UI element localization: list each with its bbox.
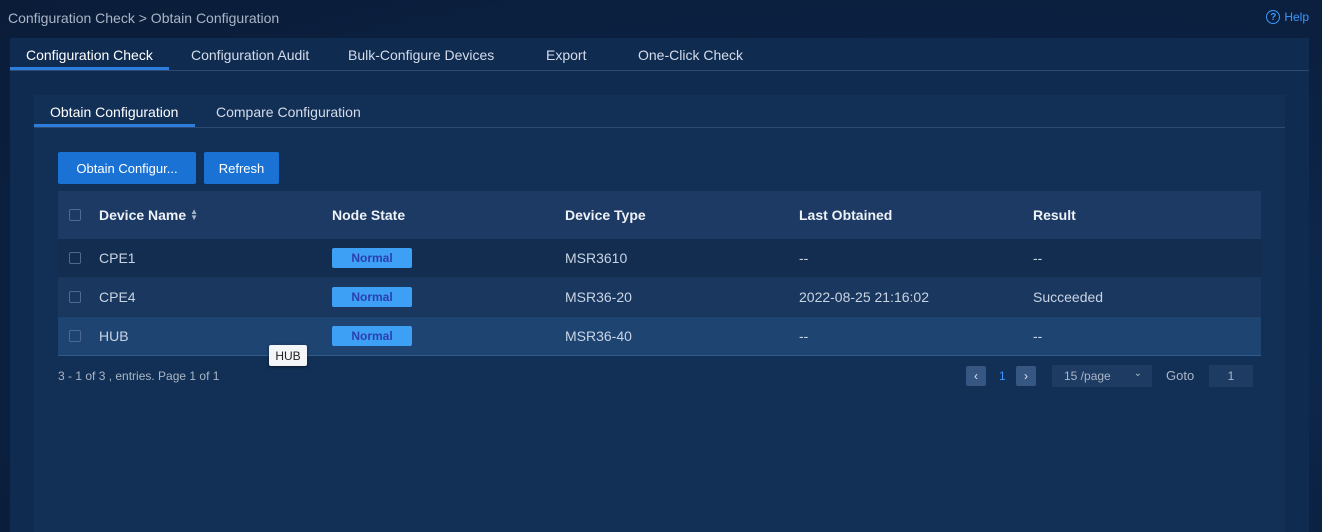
device-name: HUB	[99, 328, 129, 344]
page-number[interactable]: 1	[999, 366, 1006, 386]
tab-bulk-configure-devices[interactable]: Bulk-Configure Devices	[348, 38, 494, 70]
table-header: Device Name ▲ ▼ Node State Device Type La…	[58, 191, 1261, 239]
tab-configuration-audit[interactable]: Configuration Audit	[191, 38, 309, 70]
chevron-down-icon: ⌄	[1133, 368, 1142, 379]
checkbox-box	[69, 291, 81, 303]
status-badge: Normal	[332, 287, 412, 307]
checkbox-box	[69, 209, 81, 221]
goto-input[interactable]: 1	[1209, 365, 1253, 387]
main-panel: Configuration Check Configuration Audit …	[10, 38, 1309, 532]
device-name: CPE4	[99, 289, 136, 305]
column-node-state: Node State	[332, 207, 406, 223]
device-table: Device Name ▲ ▼ Node State Device Type La…	[58, 191, 1261, 356]
checkbox-box	[69, 330, 81, 342]
sort-icon[interactable]: ▲ ▼	[190, 208, 198, 222]
result: --	[1033, 328, 1043, 344]
breadcrumb: Configuration Check > Obtain Configurati…	[8, 10, 280, 26]
help-label: Help	[1284, 10, 1309, 24]
inner-panel: Obtain Configuration Compare Configurati…	[34, 95, 1285, 532]
obtain-configuration-button[interactable]: Obtain Configur...	[58, 152, 196, 184]
main-tabs: Configuration Check Configuration Audit …	[10, 38, 1309, 71]
last-obtained: --	[799, 250, 809, 266]
tab-one-click-check[interactable]: One-Click Check	[638, 38, 743, 70]
column-device-name[interactable]: Device Name ▲ ▼	[99, 191, 198, 239]
table-row[interactable]: HUB Normal MSR36-40 -- --	[58, 317, 1261, 356]
last-obtained: --	[799, 328, 809, 344]
result: --	[1033, 250, 1043, 266]
device-type: MSR36-40	[565, 328, 632, 344]
status-badge: Normal	[332, 326, 412, 346]
sub-tabs: Obtain Configuration Compare Configurati…	[34, 95, 1285, 128]
column-result: Result	[1033, 207, 1076, 223]
next-page-button[interactable]: ›	[1016, 366, 1036, 386]
column-device-name-label: Device Name	[99, 207, 187, 223]
row-checkbox[interactable]	[69, 278, 81, 316]
select-all-checkbox[interactable]	[69, 191, 81, 239]
help-icon: ?	[1266, 10, 1281, 24]
status-badge: Normal	[332, 248, 412, 268]
goto-label: Goto	[1166, 368, 1195, 383]
help-link[interactable]: ? Help	[1266, 10, 1309, 24]
column-device-type: Device Type	[565, 207, 646, 223]
tab-export[interactable]: Export	[546, 38, 586, 70]
page-size-value: 15 /page	[1064, 369, 1111, 383]
tab-configuration-check[interactable]: Configuration Check	[10, 38, 169, 70]
tab-obtain-configuration[interactable]: Obtain Configuration	[34, 95, 195, 127]
table-row[interactable]: CPE1 Normal MSR3610 -- --	[58, 239, 1261, 278]
result: Succeeded	[1033, 289, 1104, 305]
page-size-select[interactable]: 15 /page ⌄	[1052, 365, 1152, 387]
column-last-obtained: Last Obtained	[799, 207, 893, 223]
last-obtained: 2022-08-25 21:16:02	[799, 289, 929, 305]
row-checkbox[interactable]	[69, 317, 81, 355]
device-type: MSR36-20	[565, 289, 632, 305]
device-type: MSR3610	[565, 250, 628, 266]
prev-page-button[interactable]: ‹	[966, 366, 986, 386]
refresh-button[interactable]: Refresh	[204, 152, 279, 184]
pagination-info: 3 - 1 of 3 , entries. Page 1 of 1	[58, 369, 220, 383]
table-row[interactable]: CPE4 Normal MSR36-20 2022-08-25 21:16:02…	[58, 278, 1261, 317]
row-checkbox[interactable]	[69, 239, 81, 277]
tab-compare-configuration[interactable]: Compare Configuration	[216, 95, 361, 127]
tooltip: HUB	[269, 345, 307, 366]
checkbox-box	[69, 252, 81, 264]
device-name: CPE1	[99, 250, 136, 266]
